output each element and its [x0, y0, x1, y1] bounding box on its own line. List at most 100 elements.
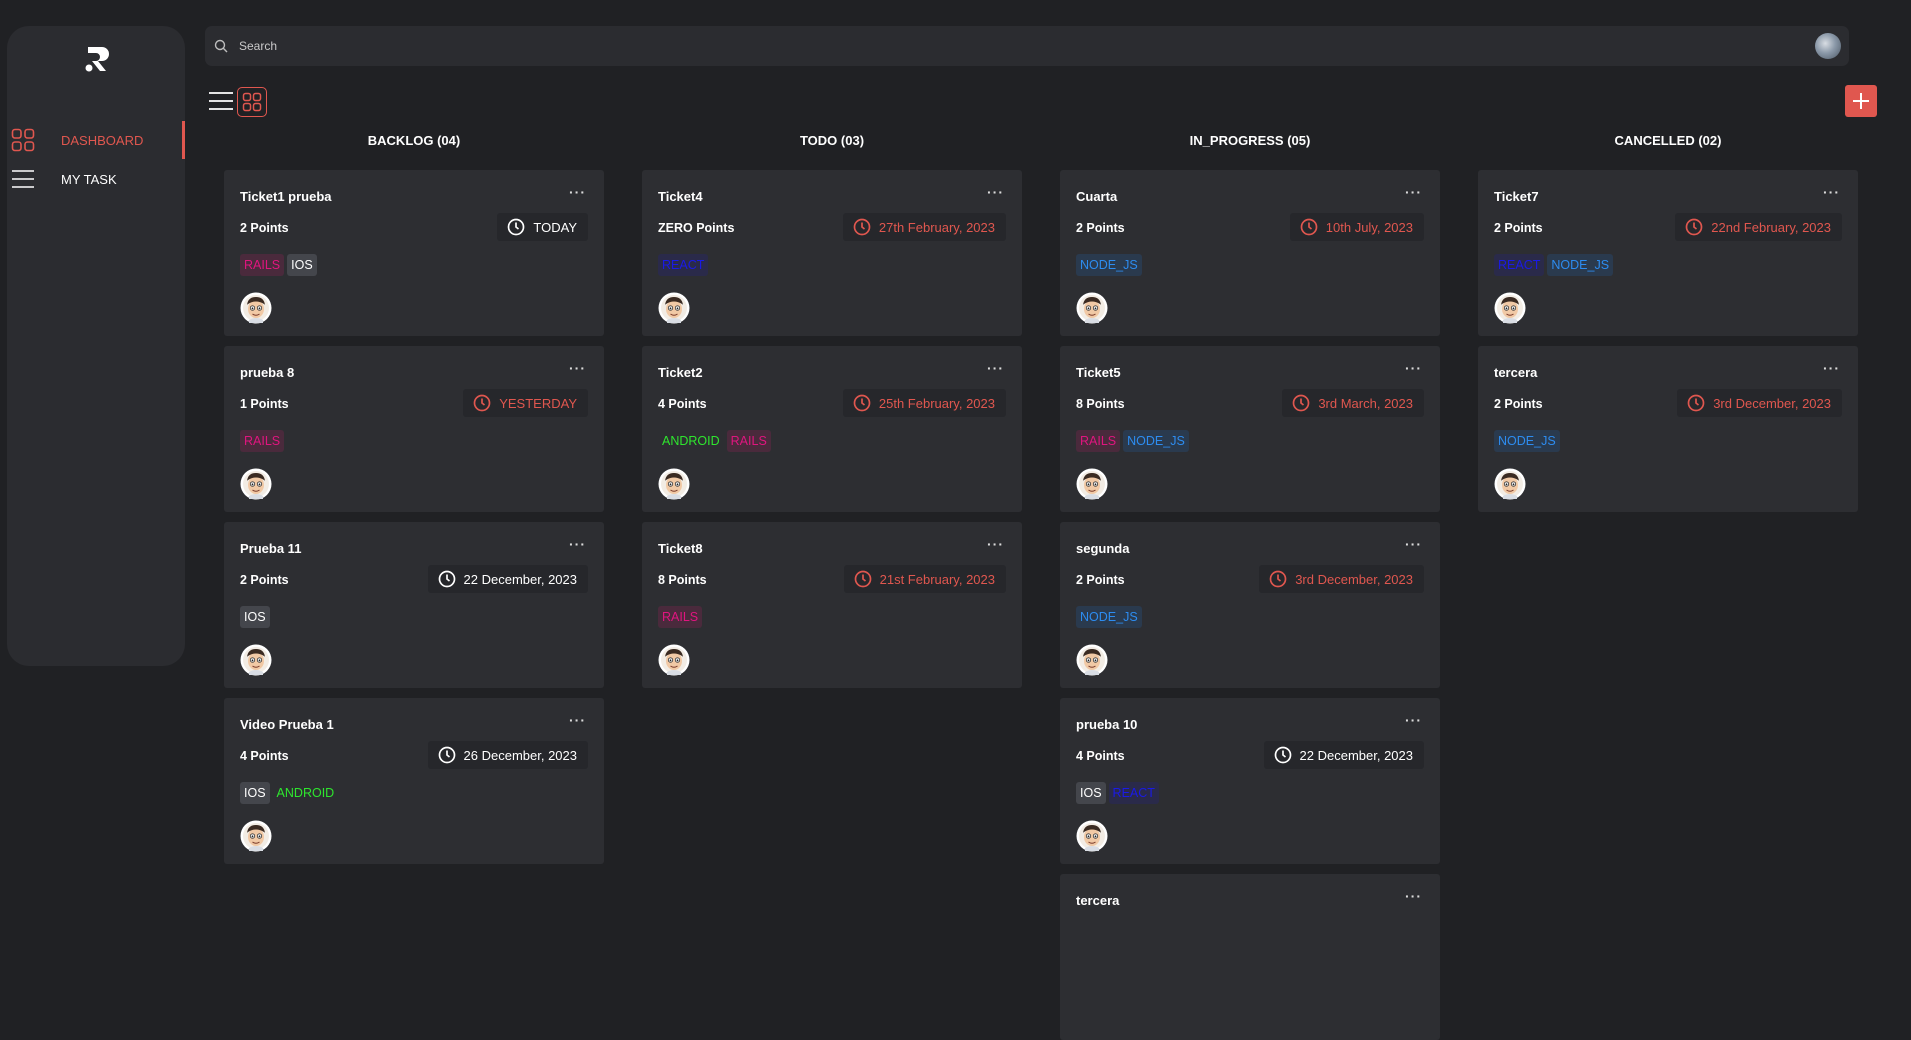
ticket-title: Cuarta	[1076, 189, 1118, 204]
tag-badge: REACT	[658, 254, 709, 276]
card-menu-button[interactable]: ···	[1823, 184, 1840, 200]
ticket-points: 4 Points	[658, 397, 707, 411]
ticket-title: Ticket5	[1076, 365, 1121, 380]
ticket-card[interactable]: Cuarta ··· 2 Points 10th July, 2023 NODE_JS	[1060, 170, 1440, 336]
clock-icon	[473, 394, 491, 412]
assignee-avatar	[1076, 468, 1108, 500]
assignee-avatar	[1076, 644, 1108, 676]
card-menu-button[interactable]: ···	[987, 184, 1004, 200]
due-date-badge: TODAY	[497, 213, 588, 241]
card-menu-button[interactable]: ···	[1405, 712, 1422, 728]
ticket-points: 4 Points	[240, 749, 289, 763]
tag-list: IOS ANDROID	[240, 782, 339, 804]
tag-list: RAILS IOS	[240, 254, 317, 276]
sidebar-item-label: DASHBOARD	[61, 132, 144, 148]
tag-badge: ANDROID	[658, 430, 724, 452]
due-date-badge: 22nd February, 2023	[1675, 213, 1842, 241]
grid-icon	[11, 128, 35, 152]
plus-icon	[1853, 93, 1869, 109]
assignee-avatar	[658, 644, 690, 676]
sidebar-item-dashboard[interactable]: DASHBOARD	[7, 121, 185, 159]
ticket-card[interactable]: Video Prueba 1 ··· 4 Points 26 December, 20…	[224, 698, 604, 864]
ticket-title: Ticket4	[658, 189, 703, 204]
tag-list: ANDROID RAILS	[658, 430, 771, 452]
card-menu-button[interactable]: ···	[569, 184, 586, 200]
card-menu-button[interactable]: ···	[987, 536, 1004, 552]
tag-badge: NODE_JS	[1123, 430, 1189, 452]
column-title: BACKLOG (04)	[367, 133, 461, 148]
ticket-card[interactable]: tercera ···	[1060, 874, 1440, 1040]
ticket-points: 1 Points	[240, 397, 289, 411]
ticket-points: ZERO Points	[658, 221, 735, 235]
ticket-points: 2 Points	[1076, 573, 1125, 587]
due-date-badge: 21st February, 2023	[843, 565, 1006, 593]
clock-icon	[853, 394, 871, 412]
ticket-card[interactable]: Prueba 11 ··· 2 Points 22 December, 2023 IOS	[224, 522, 604, 688]
ticket-points: 8 Points	[1076, 397, 1125, 411]
tag-list: RAILS	[658, 606, 703, 628]
ticket-card[interactable]: Ticket2 ··· 4 Points 25th February, 2023 AND…	[642, 346, 1022, 512]
ticket-title: Video Prueba 1	[240, 717, 334, 732]
card-menu-button[interactable]: ···	[569, 712, 586, 728]
card-menu-button[interactable]: ···	[987, 360, 1004, 376]
tag-list: RAILS NODE_JS	[1076, 430, 1189, 452]
ticket-title: Ticket8	[658, 541, 703, 556]
column-title: TODO (03)	[799, 133, 865, 148]
due-date-text: 21st February, 2023	[879, 571, 995, 587]
tag-list: NODE_JS	[1494, 430, 1560, 452]
ticket-card[interactable]: Ticket5 ··· 8 Points 3rd March, 2023 RAILS NO…	[1060, 346, 1440, 512]
ticket-card[interactable]: tercera ··· 2 Points 3rd December, 2023 NODE…	[1478, 346, 1858, 512]
tag-list: REACT	[658, 254, 709, 276]
sidebar-item-label: MY TASK	[61, 171, 117, 187]
ticket-title: tercera	[1076, 893, 1120, 908]
ticket-points: 2 Points	[1076, 221, 1125, 235]
add-ticket-button[interactable]	[1845, 85, 1877, 117]
ticket-card[interactable]: prueba 8 ··· 1 Points YESTERDAY RAILS	[224, 346, 604, 512]
clock-icon	[507, 218, 525, 236]
clock-icon	[1274, 746, 1292, 764]
card-menu-button[interactable]: ···	[1405, 536, 1422, 552]
tag-badge: NODE_JS	[1494, 430, 1560, 452]
search-input[interactable]	[237, 30, 1849, 62]
assignee-avatar	[240, 820, 272, 852]
ticket-card[interactable]: Ticket7 ··· 2 Points 22nd February, 2023 REA…	[1478, 170, 1858, 336]
ticket-card[interactable]: segunda ··· 2 Points 3rd December, 2023 NODE…	[1060, 522, 1440, 688]
due-date-text: TODAY	[533, 219, 577, 235]
due-date-text: 22 December, 2023	[463, 571, 577, 587]
ticket-card[interactable]: Ticket4 ··· ZERO Points 27th February, 2023…	[642, 170, 1022, 336]
tag-badge: REACT	[1494, 254, 1545, 276]
user-avatar[interactable]	[1815, 33, 1841, 59]
due-date-badge: 26 December, 2023	[427, 741, 588, 769]
tag-badge: NODE_JS	[1547, 254, 1614, 276]
due-date-text: 3rd March, 2023	[1318, 395, 1413, 411]
sidebar-item-my-task[interactable]: MY TASK	[7, 160, 185, 198]
card-menu-button[interactable]: ···	[569, 536, 586, 552]
list-view-icon[interactable]	[208, 90, 234, 112]
due-date-text: 25th February, 2023	[878, 395, 995, 411]
card-menu-button[interactable]: ···	[569, 360, 586, 376]
tag-list: REACT NODE_JS	[1494, 254, 1614, 276]
ticket-card[interactable]: Ticket8 ··· 8 Points 21st February, 2023 RAI…	[642, 522, 1022, 688]
grid-view-button[interactable]	[237, 87, 267, 117]
card-menu-button[interactable]: ···	[1405, 184, 1422, 200]
card-menu-button[interactable]: ···	[1405, 360, 1422, 376]
due-date-badge: 3rd March, 2023	[1282, 389, 1424, 417]
card-menu-button[interactable]: ···	[1405, 888, 1422, 904]
ticket-title: prueba 10	[1076, 717, 1138, 732]
due-date-text: YESTERDAY	[499, 395, 577, 411]
tag-list: NODE_JS	[1076, 606, 1142, 628]
assignee-avatar	[240, 292, 272, 324]
ticket-title: tercera	[1494, 365, 1538, 380]
due-date-text: 27th February, 2023	[878, 219, 995, 235]
tag-badge: IOS	[287, 254, 317, 276]
tag-list: NODE_JS	[1076, 254, 1142, 276]
clock-icon	[853, 218, 871, 236]
due-date-badge: 22 December, 2023	[1263, 741, 1424, 769]
ticket-card[interactable]: Ticket1 prueba ··· 2 Points TODAY RAILS IOS	[224, 170, 604, 336]
due-date-text: 22nd February, 2023	[1711, 219, 1831, 235]
app-logo-icon[interactable]	[82, 41, 116, 75]
card-menu-button[interactable]: ···	[1823, 360, 1840, 376]
ticket-card[interactable]: prueba 10 ··· 4 Points 22 December, 2023 IOS…	[1060, 698, 1440, 864]
ticket-points: 4 Points	[1076, 749, 1125, 763]
sidebar: DASHBOARD MY TASK	[7, 26, 185, 666]
